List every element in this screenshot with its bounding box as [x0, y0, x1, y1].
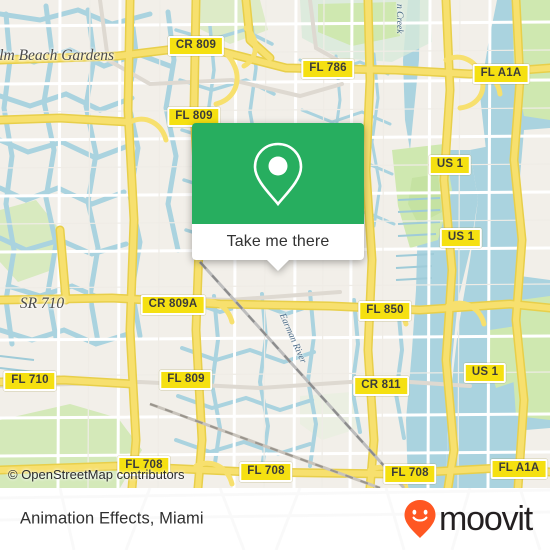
place-label-palm-beach-gardens: Palm Beach Gardens	[0, 47, 115, 64]
map-screenshot: Palm Beach Gardens SR 710 n Creek Earman…	[0, 0, 550, 550]
place-label-sr-710: SR 710	[19, 295, 65, 312]
map-viewport[interactable]: Palm Beach Gardens SR 710 n Creek Earman…	[0, 0, 550, 488]
page-title: Animation Effects, Miami	[20, 509, 204, 528]
highway-shield[interactable]: US 1	[439, 228, 483, 248]
highway-shield[interactable]: CR 809	[167, 36, 225, 56]
footer-bar: Animation Effects, Miami moovit	[0, 488, 550, 550]
location-pin-icon	[253, 142, 303, 206]
water-label-creek: n Creek	[394, 4, 404, 34]
popup-header	[192, 123, 364, 224]
highway-shield[interactable]: US 1	[463, 363, 507, 383]
location-popup-card[interactable]: Take me there	[192, 123, 364, 271]
highway-shield[interactable]: FL 786	[301, 59, 355, 79]
highway-shield[interactable]: FL A1A	[472, 64, 530, 84]
take-me-there-button[interactable]: Take me there	[227, 233, 330, 251]
popup-pointer	[267, 260, 289, 271]
moovit-wordmark: moovit	[439, 500, 533, 538]
moovit-logo[interactable]: moovit	[403, 498, 533, 540]
popup-footer: Take me there	[192, 224, 364, 271]
highway-shield[interactable]: FL 850	[358, 301, 412, 321]
osm-attribution[interactable]: © OpenStreetMap contributors	[8, 467, 185, 482]
moovit-smiling-pin-icon	[404, 500, 436, 538]
highway-shield[interactable]: FL 708	[239, 462, 293, 482]
highway-shield[interactable]: CR 811	[353, 376, 409, 396]
highway-shield[interactable]: FL A1A	[490, 459, 548, 479]
highway-shield[interactable]: US 1	[428, 155, 472, 175]
highway-shield[interactable]: CR 809A	[140, 295, 206, 315]
highway-shield[interactable]: FL 710	[3, 371, 57, 391]
highway-shield[interactable]: FL 809	[159, 370, 213, 390]
highway-shield[interactable]: FL 708	[383, 464, 437, 484]
